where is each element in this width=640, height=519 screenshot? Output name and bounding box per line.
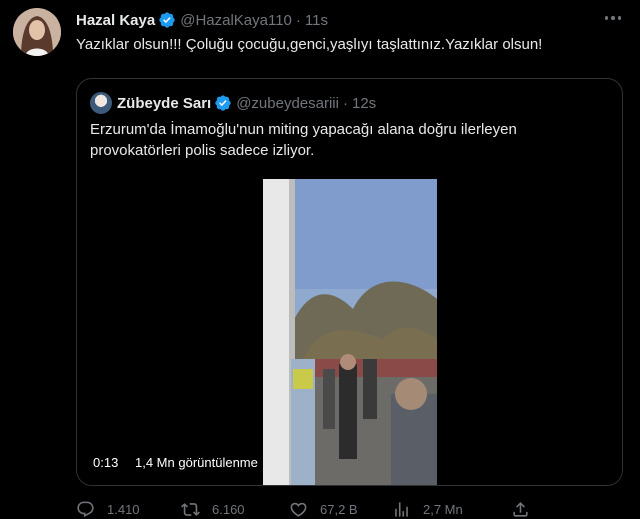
quoted-time[interactable]: 12s — [352, 95, 376, 112]
views-button[interactable]: 2,7 Mn — [392, 500, 463, 519]
video-thumbnail[interactable] — [263, 179, 437, 485]
verified-icon — [158, 11, 176, 29]
video-views: 1,4 Mn görüntülenme — [135, 455, 258, 470]
author-name[interactable]: Hazal Kaya — [76, 12, 155, 29]
quoted-text: Erzurum'da İmamoğlu'nun miting yapacağı … — [90, 121, 517, 159]
reply-count: 1.410 — [107, 502, 140, 517]
like-count: 67,2 B — [320, 502, 358, 517]
video-player[interactable]: 0:13 1,4 Mn görüntülenme — [77, 179, 622, 485]
quoted-author-name[interactable]: Zübeyde Sarı — [117, 95, 211, 112]
quoted-avatar[interactable] — [90, 92, 112, 114]
views-icon — [395, 502, 408, 517]
like-icon — [290, 502, 307, 517]
tweet-time[interactable]: 11s — [305, 12, 328, 29]
quoted-header: Zübeyde Sarı @zubeydesariii · 12s — [90, 92, 376, 114]
verified-icon — [214, 94, 232, 112]
reply-button[interactable]: 1.410 — [76, 500, 140, 519]
reply-icon — [77, 501, 94, 518]
author-avatar[interactable] — [13, 8, 61, 56]
tweet-header: Hazal Kaya @HazalKaya110 · 11s — [76, 10, 328, 30]
tweet-text: Yazıklar olsun!!! Çoluğu çocuğu,genci,ya… — [76, 36, 543, 53]
tweet[interactable]: Hazal Kaya @HazalKaya110 · 11s Yazıklar … — [0, 0, 640, 519]
author-handle[interactable]: @HazalKaya110 — [180, 12, 292, 29]
quoted-tweet[interactable]: Zübeyde Sarı @zubeydesariii · 12s Erzuru… — [76, 78, 623, 486]
separator-dot: · — [295, 11, 301, 29]
video-duration: 0:13 — [93, 455, 119, 470]
retweet-icon — [181, 503, 200, 516]
retweet-count: 6.160 — [212, 502, 245, 517]
share-icon — [513, 502, 528, 517]
more-icon[interactable] — [600, 8, 626, 28]
separator-dot: · — [342, 94, 348, 112]
retweet-button[interactable]: 6.160 — [181, 500, 245, 519]
views-count: 2,7 Mn — [423, 502, 463, 517]
action-bar: 1.410 6.160 67,2 B 2,7 Mn — [76, 500, 626, 519]
like-button[interactable]: 67,2 B — [289, 500, 358, 519]
share-button[interactable] — [511, 500, 530, 519]
quoted-author-handle[interactable]: @zubeydesariii — [236, 95, 339, 112]
